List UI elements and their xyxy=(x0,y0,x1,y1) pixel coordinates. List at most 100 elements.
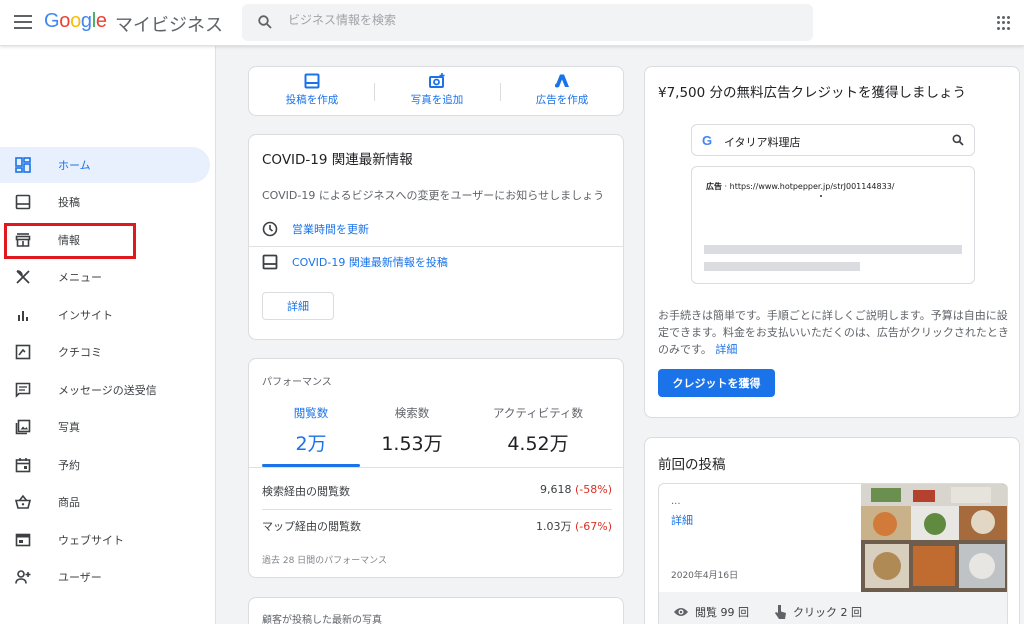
ad-credit-card: ¥7,500 分の無料広告クレジットを獲得しましょう G イタリア料理店 広告 … xyxy=(644,66,1020,418)
mock-search-bar: G イタリア料理店 xyxy=(691,124,975,156)
add-photo-icon xyxy=(429,73,445,88)
performance-footnote: 過去 28 日間のパフォーマンス xyxy=(262,556,387,566)
sidebar-item-label: 予約 xyxy=(58,459,80,472)
post-photo xyxy=(861,484,1007,592)
post-icon xyxy=(14,193,32,211)
dashboard-icon xyxy=(14,156,32,174)
sidebar-item-label: 情報 xyxy=(58,234,80,247)
eye-icon xyxy=(674,608,688,616)
storefront-icon xyxy=(14,231,32,249)
add-photo-button[interactable]: 写真を追加 xyxy=(382,73,492,113)
sidebar-item-menu[interactable]: メニュー xyxy=(0,259,210,295)
update-hours-link[interactable]: 営業時間を更新 xyxy=(262,218,369,240)
card-title: ¥7,500 分の無料広告クレジットを獲得しましょう xyxy=(658,85,967,101)
sidebar-item-reviews[interactable]: クチコミ xyxy=(0,334,210,370)
card-subtitle: COVID-19 によるビジネスへの変更をユーザーにお知らせしましょう xyxy=(262,189,605,202)
sidebar-item-products[interactable]: 商品 xyxy=(0,484,210,520)
card-label: 顧客が投稿した最新の写真 xyxy=(262,615,382,624)
divider xyxy=(249,467,623,468)
card-title: 前回の投稿 xyxy=(658,457,726,473)
row-label: マップ経由の閲覧数 xyxy=(262,520,361,533)
covid-update-card: COVID-19 関連最新情報 COVID-19 によるビジネスへの変更をユーザ… xyxy=(248,134,624,340)
sidebar-item-info[interactable]: 情報 xyxy=(0,222,210,258)
details-link[interactable]: 詳細 xyxy=(715,343,737,356)
divider xyxy=(374,83,375,101)
card-label: パフォーマンス xyxy=(262,377,332,388)
tab-searches[interactable]: 検索数 1.53万 xyxy=(357,405,467,456)
stat-value: 2万 xyxy=(295,433,327,455)
shopping-basket-icon xyxy=(14,493,32,511)
stat-value: 1.53万 xyxy=(381,433,443,455)
views-stat: 閲覧 99 回 xyxy=(673,604,749,620)
customer-photos-card: 顧客が投稿した最新の写真 xyxy=(248,597,624,624)
ad-description: お手続きは簡単です。手順ごとに詳しくご説明します。予算は自由に設定できます。料金… xyxy=(658,307,1010,358)
dot xyxy=(820,195,822,197)
search-box[interactable] xyxy=(242,4,813,41)
stat-name: 検索数 xyxy=(394,406,430,420)
main-menu-icon[interactable] xyxy=(14,15,32,29)
sidebar-item-label: ウェブサイト xyxy=(58,534,124,547)
get-credit-button[interactable]: クレジットを獲得 xyxy=(658,369,775,397)
insights-bar-icon xyxy=(14,306,32,324)
row-value: 1.03万 xyxy=(535,520,572,533)
google-g-icon: G xyxy=(702,133,713,148)
sidebar-item-insights[interactable]: インサイト xyxy=(0,297,210,333)
sidebar-item-label: 投稿 xyxy=(58,196,80,209)
placeholder-line xyxy=(704,262,860,271)
last-post-card: 前回の投稿 ... 詳細 2020年4月16日 閲覧 99 回 クリック 2 回 xyxy=(644,437,1020,624)
sidebar-item-label: インサイト xyxy=(58,309,113,322)
website-icon xyxy=(14,531,32,549)
tab-views[interactable]: 閲覧数 2万 xyxy=(256,405,366,456)
row-label: 検索経由の閲覧数 xyxy=(262,485,350,498)
performance-card: パフォーマンス 閲覧数 2万 検索数 1.53万 アクティビティ数 4.52万 … xyxy=(248,358,624,578)
sidebar-item-messages[interactable]: メッセージの送受信 xyxy=(0,372,210,408)
post-preview[interactable]: ... 詳細 2020年4月16日 閲覧 99 回 クリック 2 回 xyxy=(658,483,1008,624)
sidebar-item-website[interactable]: ウェブサイト xyxy=(0,522,210,558)
post-icon xyxy=(304,73,320,89)
create-ad-button[interactable]: 広告を作成 xyxy=(507,73,617,113)
clock-icon xyxy=(262,221,278,237)
action-label: 写真を追加 xyxy=(410,94,464,106)
post-date: 2020年4月16日 xyxy=(671,571,739,581)
sidebar-item-bookings[interactable]: 予約 xyxy=(0,447,210,483)
sidebar-item-label: 商品 xyxy=(58,496,80,509)
sidebar-item-posts[interactable]: 投稿 xyxy=(0,184,210,220)
restaurant-menu-icon xyxy=(14,268,32,286)
views-count: 閲覧 99 回 xyxy=(695,606,749,619)
post-stats: 閲覧 99 回 クリック 2 回 xyxy=(659,592,1007,624)
search-icon xyxy=(952,134,964,146)
touch-icon xyxy=(775,605,786,619)
details-button[interactable]: 詳細 xyxy=(262,292,334,320)
divider xyxy=(249,246,623,247)
message-icon xyxy=(14,381,32,399)
photo-icon xyxy=(14,418,32,436)
row-change: (-58%) xyxy=(574,483,612,496)
post-details-link[interactable]: 詳細 xyxy=(671,512,693,528)
post-text: ... xyxy=(671,496,681,507)
ad-url: https://www.hotpepper.jp/strJ001144833/ xyxy=(729,182,895,191)
sidebar-item-photos[interactable]: 写真 xyxy=(0,409,210,445)
product-name: マイビジネス xyxy=(115,15,223,36)
mock-ad-result: 広告 · https://www.hotpepper.jp/strJ001144… xyxy=(691,166,975,284)
calendar-icon xyxy=(14,456,32,474)
link-label: 営業時間を更新 xyxy=(292,223,369,236)
card-title: COVID-19 関連最新情報 xyxy=(262,152,413,168)
search-input[interactable] xyxy=(288,13,788,27)
google-logo[interactable]: Google xyxy=(44,10,107,33)
apps-grid-icon[interactable] xyxy=(997,16,1011,30)
post-covid-update-link[interactable]: COVID-19 関連最新情報を投稿 xyxy=(262,251,448,273)
tab-activity[interactable]: アクティビティ数 4.52万 xyxy=(470,405,606,456)
quick-actions-card: 投稿を作成 写真を追加 広告を作成 xyxy=(248,66,624,116)
post-icon xyxy=(262,254,278,270)
create-post-button[interactable]: 投稿を作成 xyxy=(257,73,367,113)
divider xyxy=(262,509,612,510)
sidebar-item-label: ユーザー xyxy=(58,571,102,584)
sidebar-item-label: ホーム xyxy=(58,159,91,172)
search-views-row: 検索経由の閲覧数 9,618 (-58%) xyxy=(262,483,612,503)
row-change: (-67%) xyxy=(574,520,612,533)
sidebar-item-label: 写真 xyxy=(58,421,80,434)
sidebar-item-users[interactable]: ユーザー xyxy=(0,559,210,595)
sidebar-item-home[interactable]: ホーム xyxy=(0,147,210,183)
action-label: 広告を作成 xyxy=(535,94,589,106)
row-value: 9,618 xyxy=(539,483,572,496)
